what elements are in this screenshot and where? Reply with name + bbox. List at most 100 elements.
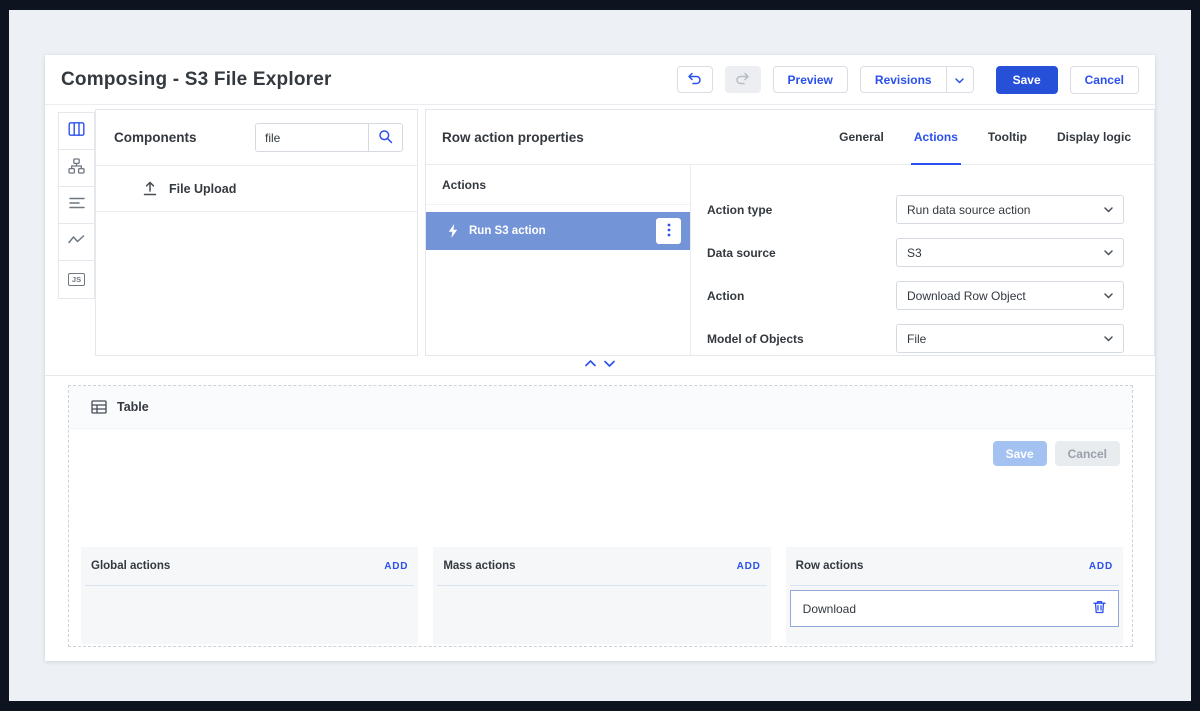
mass-actions-title: Mass actions [443, 560, 516, 572]
global-actions-column: Global actions ADD [81, 547, 419, 644]
revisions-button[interactable]: Revisions [859, 66, 947, 93]
select-value: Download Row Object [907, 288, 1026, 303]
field-row-action-type: Action type Run data source action [707, 195, 1124, 224]
row-actions-header: Row actions ADD [789, 547, 1119, 586]
properties-panel: Row action properties General Actions To… [425, 109, 1155, 356]
action-select[interactable]: Download Row Object [896, 281, 1124, 310]
revisions-dropdown-button[interactable] [946, 66, 974, 93]
table-actions-strip: Global actions ADD Mass actions ADD Row … [81, 547, 1123, 644]
field-label: Action [707, 288, 745, 303]
field-row-model-of-objects: Model of Objects File [707, 324, 1124, 353]
actions-list-title: Actions [426, 165, 690, 205]
chevron-down-icon [1104, 335, 1113, 342]
mass-actions-column: Mass actions ADD [433, 547, 771, 644]
properties-title: Row action properties [442, 129, 584, 145]
mass-actions-header: Mass actions ADD [437, 547, 767, 586]
search-button[interactable] [368, 124, 401, 151]
row-actions-column: Row actions ADD Download [785, 547, 1123, 644]
preview-button[interactable]: Preview [772, 66, 848, 93]
component-item-file-upload[interactable]: File Upload [96, 166, 417, 212]
global-actions-title: Global actions [91, 560, 171, 572]
rail-item-list[interactable] [59, 187, 94, 224]
list-icon [68, 196, 85, 215]
page-title: Composing - S3 File Explorer [61, 68, 332, 90]
workspace-background: Composing - S3 File Explorer Preview Rev… [9, 10, 1191, 701]
action-properties-form: Action type Run data source action Data … [691, 165, 1154, 355]
tab-general[interactable]: General [824, 110, 899, 164]
header-bar: Composing - S3 File Explorer Preview Rev… [45, 55, 1155, 105]
chevron-down-icon [955, 73, 964, 87]
table-component-header[interactable]: Table [69, 386, 1132, 429]
revisions-button-group: Revisions [859, 66, 974, 93]
js-icon: JS [68, 272, 85, 287]
component-item-label: File Upload [169, 181, 237, 196]
field-row-data-source: Data source S3 [707, 238, 1124, 267]
component-rail: JS [58, 112, 95, 299]
delete-row-action-button[interactable] [1091, 598, 1108, 619]
panel-resize-control [585, 354, 616, 372]
chevron-up-icon [585, 354, 597, 372]
tab-display-logic[interactable]: Display logic [1042, 110, 1146, 164]
row-actions-add-button[interactable]: ADD [1089, 561, 1113, 572]
global-actions-add-button[interactable]: ADD [384, 561, 408, 572]
field-row-action: Action Download Row Object [707, 281, 1124, 310]
upload-icon [142, 181, 158, 196]
components-search-input[interactable] [256, 124, 368, 151]
components-panel-header: Components [96, 110, 417, 166]
row-actions-title: Row actions [795, 560, 864, 572]
rail-item-structure[interactable] [59, 150, 94, 187]
undo-icon [687, 72, 702, 88]
table-form-actions: Save Cancel [992, 441, 1120, 466]
chevron-down-icon [1104, 206, 1113, 213]
table-icon [91, 400, 107, 414]
action-item-menu-button[interactable] [656, 218, 681, 244]
rail-item-custom-js[interactable]: JS [59, 261, 94, 298]
action-item-label: Run S3 action [469, 225, 546, 237]
chevron-down-icon [1104, 292, 1113, 299]
chevron-down-icon [1104, 249, 1113, 256]
tree-icon [68, 157, 85, 179]
chevron-down-icon [604, 354, 616, 372]
header-actions: Preview Revisions Save Cancel [676, 65, 1139, 94]
trash-icon [1093, 600, 1106, 617]
row-action-item-label: Download [802, 601, 857, 616]
table-cancel-button[interactable]: Cancel [1054, 441, 1120, 466]
cancel-button[interactable]: Cancel [1069, 65, 1139, 94]
board-icon [68, 121, 85, 142]
properties-body: Actions Run S3 action Action type Run da… [426, 165, 1154, 355]
undo-button[interactable] [676, 66, 713, 93]
chart-icon [68, 233, 85, 251]
action-type-select[interactable]: Run data source action [896, 195, 1124, 224]
select-value: Run data source action [907, 202, 1031, 217]
redo-button[interactable] [724, 66, 761, 93]
table-component-label: Table [117, 400, 149, 414]
select-value: File [907, 331, 927, 346]
rail-item-charts[interactable] [59, 224, 94, 261]
collapse-up-button[interactable] [585, 354, 597, 372]
mass-actions-add-button[interactable]: ADD [737, 561, 761, 572]
field-label: Data source [707, 245, 776, 260]
data-source-select[interactable]: S3 [896, 238, 1124, 267]
model-of-objects-select[interactable]: File [896, 324, 1124, 353]
components-title: Components [114, 130, 197, 145]
tab-tooltip[interactable]: Tooltip [973, 110, 1042, 164]
components-search [255, 123, 403, 152]
save-button[interactable]: Save [995, 65, 1058, 94]
composer-window: Composing - S3 File Explorer Preview Rev… [45, 55, 1155, 661]
editor-area: JS Components file File Upload Row actio… [45, 106, 1155, 375]
action-item-run-s3[interactable]: Run S3 action [426, 212, 690, 250]
redo-icon [735, 72, 750, 88]
row-action-item-download[interactable]: Download [789, 590, 1119, 627]
components-panel: Components File Upload [95, 109, 418, 356]
table-save-button[interactable]: Save [992, 441, 1047, 466]
tab-actions[interactable]: Actions [899, 110, 973, 165]
app-canvas: Table Save Cancel Global actions ADD Mas… [45, 375, 1155, 661]
rail-item-board[interactable] [59, 113, 94, 150]
canvas-drop-zone: Table Save Cancel Global actions ADD Mas… [68, 385, 1133, 647]
search-icon [378, 129, 393, 147]
collapse-down-button[interactable] [604, 354, 616, 372]
global-actions-header: Global actions ADD [85, 547, 415, 586]
field-label: Action type [707, 202, 773, 217]
actions-list-column: Actions Run S3 action [426, 165, 691, 355]
select-value: S3 [907, 245, 922, 260]
